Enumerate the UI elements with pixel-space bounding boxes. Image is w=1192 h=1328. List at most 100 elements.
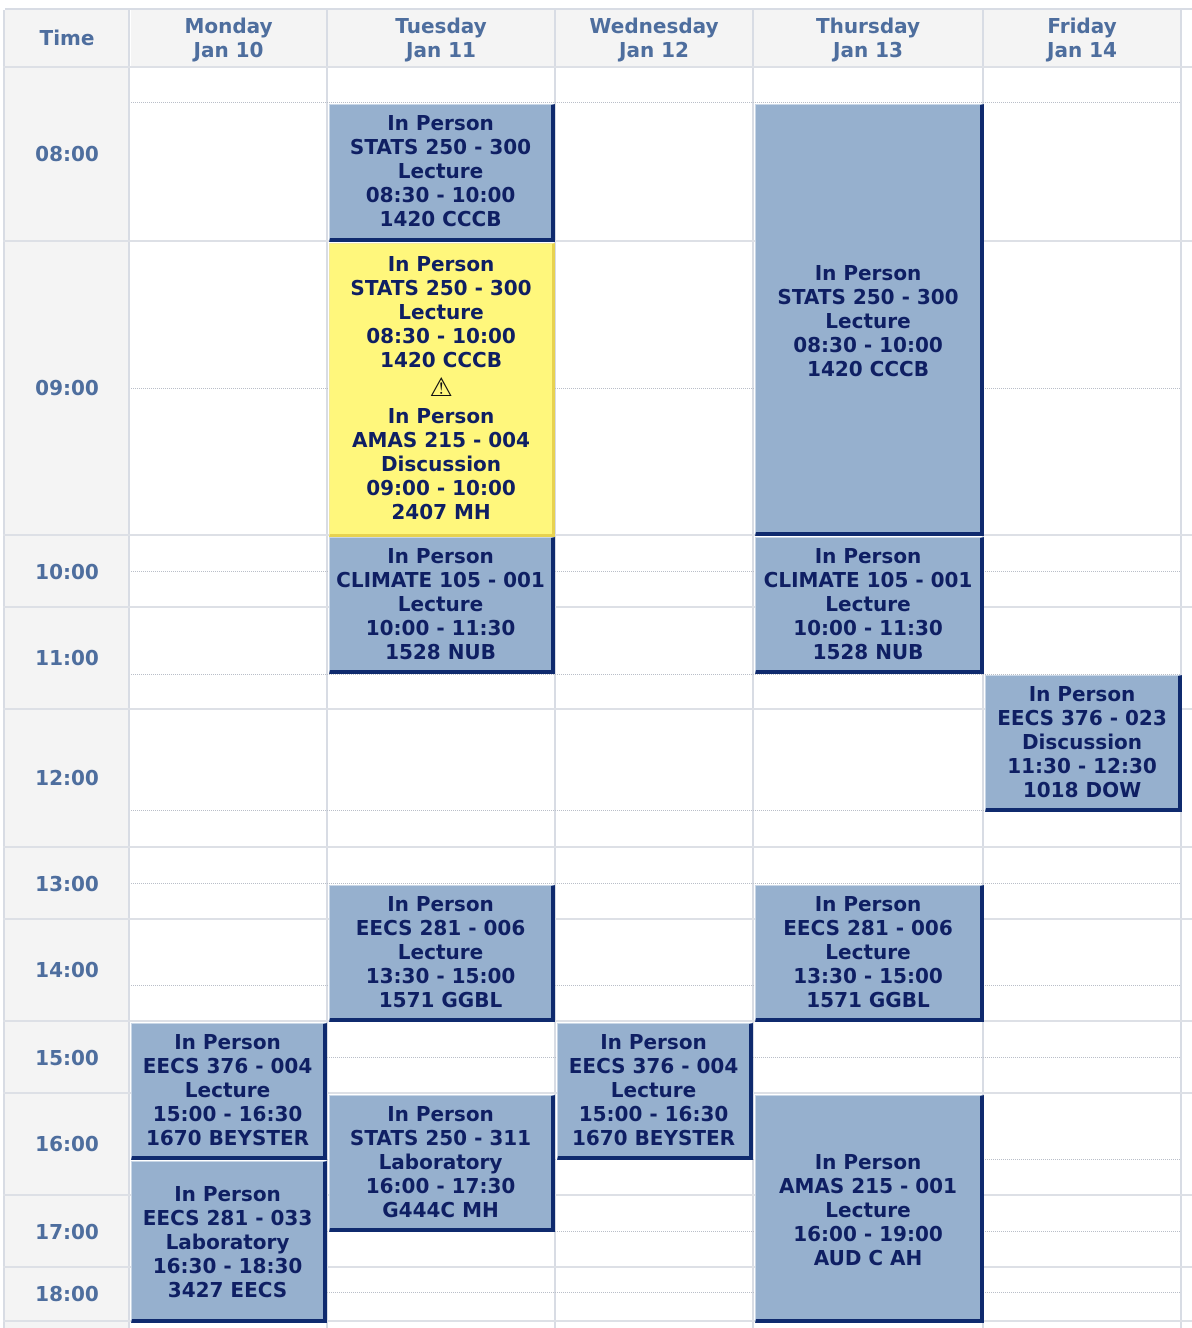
event-mode: In Person [174, 1030, 281, 1054]
event-block[interactable]: In Person CLIMATE 105 - 001 Lecture 10:0… [755, 537, 984, 674]
event-type: Discussion [1021, 730, 1143, 754]
time-label: 15:00 [35, 1046, 99, 1070]
event-type: Lecture [610, 1078, 697, 1102]
half-hour-guide [131, 985, 1180, 986]
row-divider [3, 240, 1192, 242]
event-time: 15:00 - 16:30 [152, 1102, 303, 1126]
event-time: 15:00 - 16:30 [578, 1102, 729, 1126]
event-mode: In Person [387, 252, 495, 276]
event-type: Lecture [184, 1078, 271, 1102]
event-mode: In Person [1028, 682, 1136, 706]
event-block[interactable]: In Person EECS 281 - 033 Laboratory 16:3… [131, 1161, 327, 1323]
time-label: 10:00 [35, 560, 99, 584]
event-type: Lecture [398, 300, 484, 324]
row-divider [3, 606, 1192, 608]
event-block[interactable]: In Person STATS 250 - 311 Laboratory 16:… [329, 1095, 555, 1232]
event-block[interactable]: In Person EECS 281 - 006 Lecture 13:30 -… [329, 885, 555, 1022]
warning-triangle-icon: ⚠ [429, 373, 453, 403]
row-divider [3, 534, 1192, 536]
event-block[interactable]: In Person CLIMATE 105 - 001 Lecture 10:0… [329, 537, 555, 674]
event-mode: In Person [387, 544, 494, 568]
event-block[interactable]: In Person EECS 376 - 023 Discussion 11:3… [985, 675, 1182, 812]
event-mode: In Person [814, 1150, 922, 1174]
event-type: Lecture [397, 159, 484, 183]
event-time: 10:00 - 11:30 [793, 616, 943, 640]
time-label: 13:00 [35, 872, 99, 896]
event-room: 2407 MH [391, 500, 491, 524]
event-course: EECS 376 - 004 [568, 1054, 739, 1078]
event-room: 1571 GGBL [806, 988, 930, 1012]
event-type: Lecture [825, 592, 911, 616]
event-course: EECS 281 - 033 [142, 1206, 313, 1230]
event-time: 16:00 - 19:00 [793, 1222, 943, 1246]
event-room: 1528 NUB [385, 640, 496, 664]
event-type: Lecture [825, 940, 911, 964]
event-mode: In Person [814, 892, 922, 916]
event-type: Lecture [397, 592, 484, 616]
event-course: EECS 376 - 023 [997, 706, 1167, 730]
event-course: EECS 281 - 006 [355, 916, 526, 940]
half-hour-guide [131, 388, 1180, 389]
event-block[interactable]: In Person AMAS 215 - 001 Lecture 16:00 -… [755, 1095, 984, 1323]
event-room: 1670 BEYSTER [145, 1126, 310, 1150]
event-type: Discussion [380, 452, 502, 476]
event-course: AMAS 215 - 004 [352, 428, 530, 452]
event-room: 1420 CCCB [379, 207, 502, 231]
event-mode: In Person [174, 1182, 281, 1206]
event-block[interactable]: In Person STATS 250 - 300 Lecture 08:30 … [329, 104, 555, 242]
day-header-wednesday[interactable]: Wednesday Jan 12 [556, 10, 752, 66]
event-time: 08:30 - 10:00 [366, 324, 516, 348]
event-room: 1571 GGBL [378, 988, 503, 1012]
event-course: CLIMATE 105 - 001 [763, 568, 973, 592]
event-type: Laboratory [378, 1150, 503, 1174]
event-room: 1670 BEYSTER [571, 1126, 736, 1150]
time-label: 12:00 [35, 766, 99, 790]
event-room: 3427 EECS [167, 1278, 288, 1302]
event-room: AUD C AH [813, 1246, 923, 1270]
event-course: AMAS 215 - 001 [779, 1174, 957, 1198]
day-header-monday[interactable]: Monday Jan 10 [131, 10, 326, 66]
event-room: 1420 CCCB [380, 348, 502, 372]
event-course: STATS 250 - 300 [777, 285, 959, 309]
event-block[interactable]: In Person EECS 376 - 004 Lecture 15:00 -… [557, 1023, 753, 1160]
day-header-tuesday[interactable]: Tuesday Jan 11 [328, 10, 554, 66]
time-label: 18:00 [35, 1282, 99, 1306]
event-mode: In Person [600, 1030, 707, 1054]
event-time: 09:00 - 10:00 [366, 476, 516, 500]
time-label: 17:00 [35, 1220, 99, 1244]
event-time: 08:30 - 10:00 [365, 183, 516, 207]
event-mode: In Person [814, 261, 922, 285]
event-room: 1528 NUB [812, 640, 924, 664]
event-type: Lecture [825, 309, 911, 333]
half-hour-guide [131, 883, 1180, 884]
time-label: 14:00 [35, 958, 99, 982]
row-divider [3, 846, 1192, 848]
event-time: 13:30 - 15:00 [365, 964, 516, 988]
event-type: Laboratory [165, 1230, 290, 1254]
event-room: 1420 CCCB [807, 357, 929, 381]
event-mode: In Person [387, 111, 494, 135]
event-block[interactable]: In Person EECS 281 - 006 Lecture 13:30 -… [755, 885, 984, 1022]
event-room: G444C MH [382, 1198, 499, 1222]
event-course: EECS 376 - 004 [142, 1054, 313, 1078]
column-divider [1180, 10, 1182, 1328]
row-divider [3, 66, 1192, 68]
event-time: 13:30 - 15:00 [793, 964, 943, 988]
event-course: STATS 250 - 311 [349, 1126, 532, 1150]
time-label: 11:00 [35, 646, 99, 670]
conflict-event-block[interactable]: In Person STATS 250 - 300 Lecture 08:30 … [329, 243, 555, 537]
half-hour-guide [131, 571, 1180, 572]
event-time: 10:00 - 11:30 [365, 616, 516, 640]
row-divider [3, 1020, 1192, 1022]
time-label: 08:00 [35, 142, 99, 166]
event-room: 1018 DOW [1022, 778, 1142, 802]
event-course: EECS 281 - 006 [783, 916, 953, 940]
event-mode: In Person [387, 404, 495, 428]
day-header-friday[interactable]: Friday Jan 14 [984, 10, 1180, 66]
time-label: 16:00 [35, 1132, 99, 1156]
event-block[interactable]: In Person EECS 376 - 004 Lecture 15:00 -… [131, 1023, 327, 1160]
event-block[interactable]: In Person STATS 250 - 300 Lecture 08:30 … [755, 104, 984, 536]
event-type: Lecture [397, 940, 484, 964]
day-header-thursday[interactable]: Thursday Jan 13 [754, 10, 982, 66]
event-mode: In Person [814, 544, 922, 568]
